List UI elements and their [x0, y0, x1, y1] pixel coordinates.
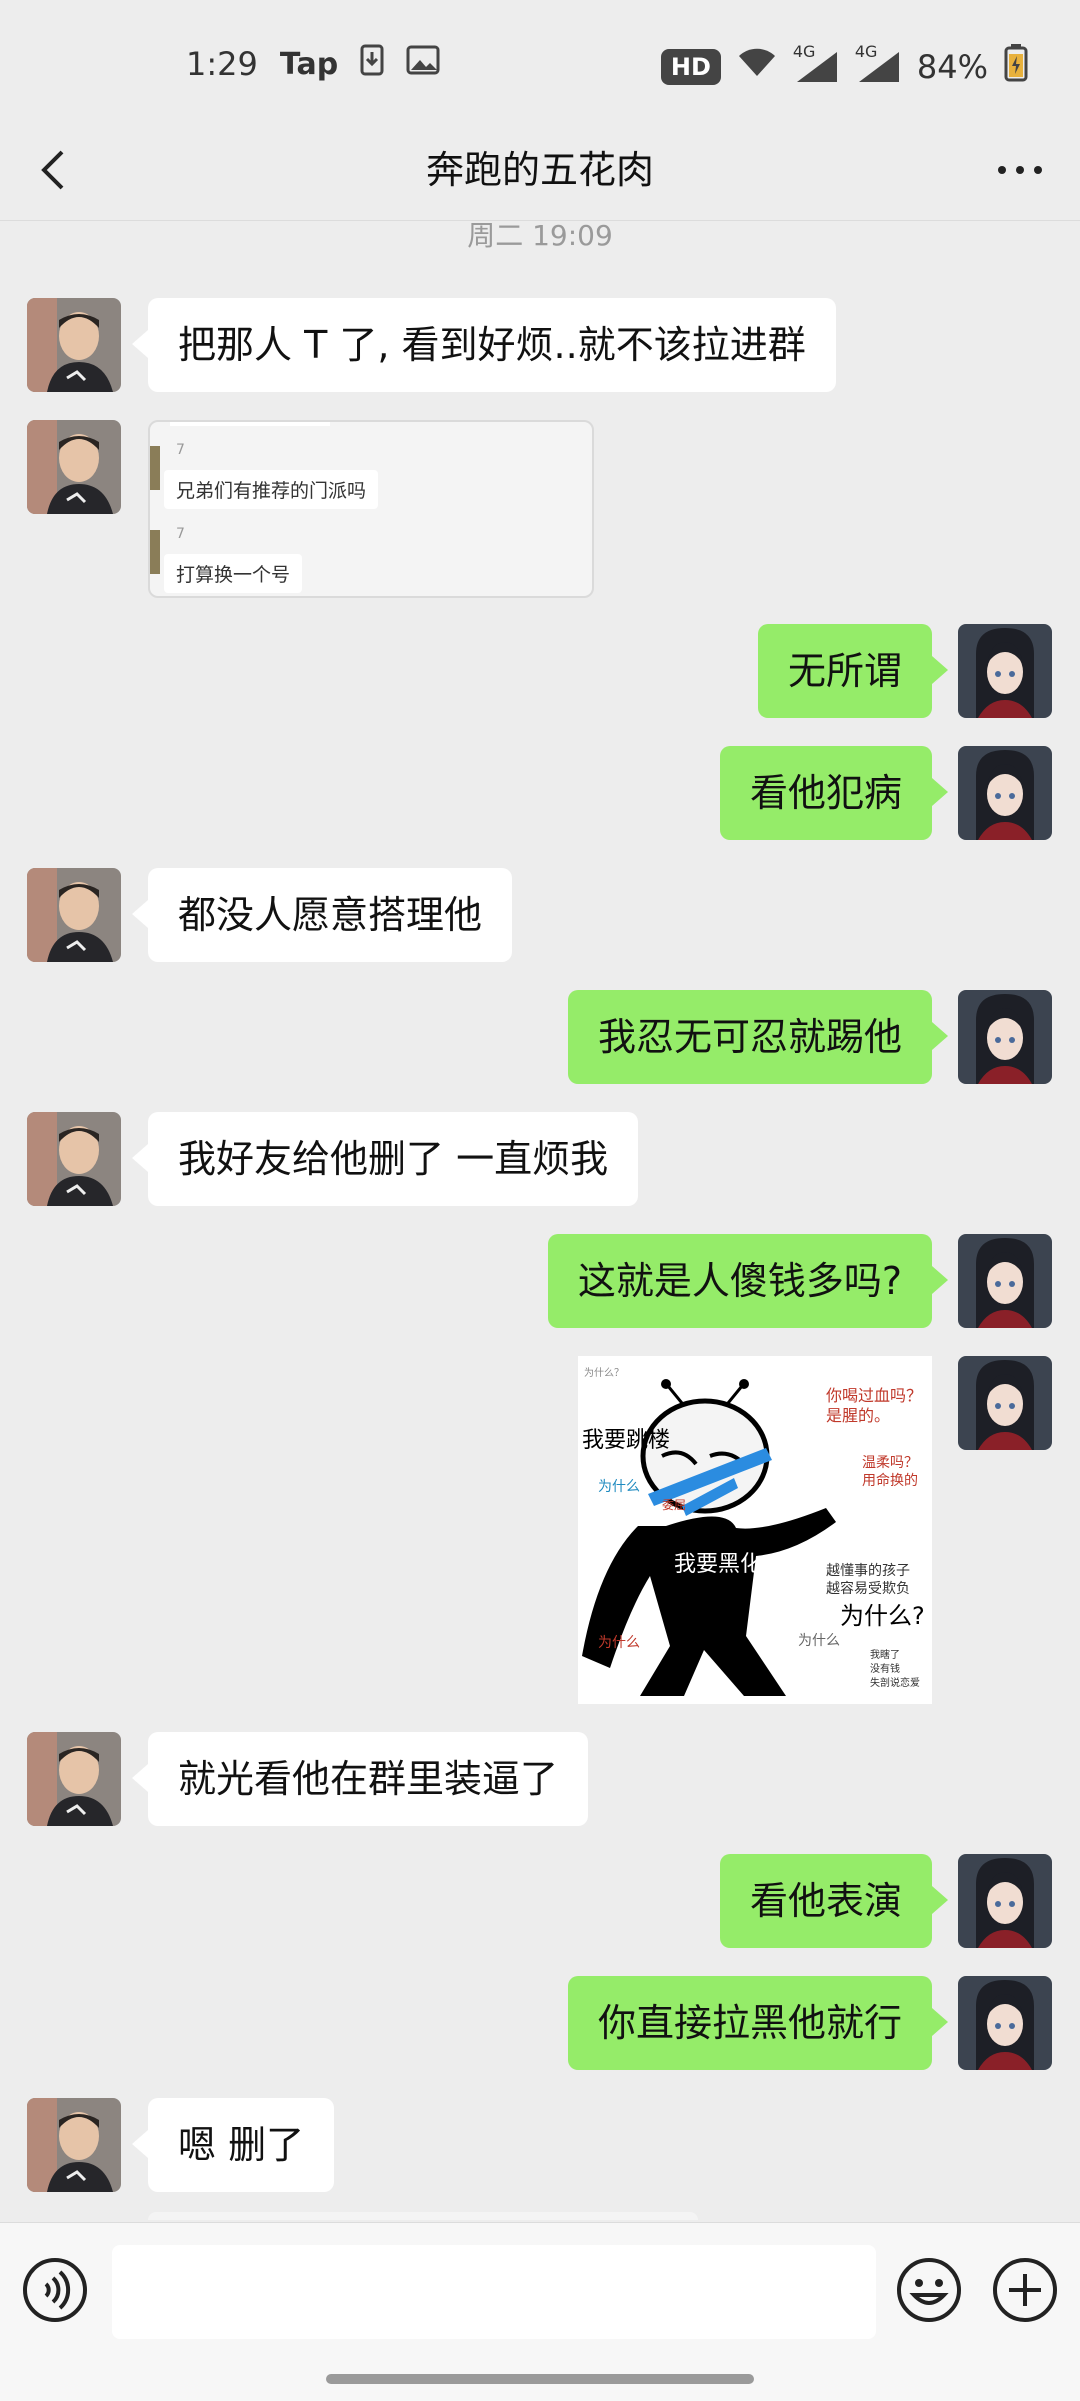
- screenshot-row-text: 兄弟们有推荐的门派吗: [164, 470, 379, 509]
- wifi-icon: [737, 48, 777, 86]
- sticker-caption: 越容易受欺负: [826, 1581, 910, 1597]
- incoming-message-bubble[interactable]: 把那人 T 了, 看到好烦..就不该拉进群: [132, 298, 836, 392]
- sticker-caption: 我瞎了: [870, 1650, 900, 1661]
- shared-screenshot-image[interactable]: 7 兄弟们有推荐的门派吗 7 打算换一个号: [148, 420, 594, 598]
- contact-avatar[interactable]: [27, 420, 121, 514]
- voice-icon: [23, 2258, 87, 2322]
- sticker-caption: 没有钱: [870, 1664, 900, 1675]
- sticker-caption: 我要黑化: [674, 1552, 763, 1577]
- voice-input-button[interactable]: [22, 2257, 88, 2323]
- screenshot-avatar-strip: [150, 530, 160, 574]
- my-avatar[interactable]: [958, 1976, 1052, 2070]
- emoji-button[interactable]: [896, 2257, 962, 2323]
- contact-avatar[interactable]: [27, 868, 121, 962]
- chevron-left-icon: [41, 150, 64, 190]
- sticker-caption: 失剖说恋爱: [870, 1678, 920, 1689]
- contact-avatar[interactable]: [27, 298, 121, 392]
- incoming-message-bubble[interactable]: 就光看他在群里装逼了: [131, 1732, 589, 1826]
- battery-charging-icon: [1004, 44, 1028, 90]
- outgoing-message-bubble[interactable]: 你直接拉黑他就行: [567, 1976, 949, 2070]
- sticker-caption: 为什么: [598, 1635, 640, 1651]
- home-indicator[interactable]: [326, 2374, 754, 2384]
- gallery-icon: [406, 45, 440, 83]
- plus-icon: [993, 2258, 1057, 2322]
- sticker-caption: 用命换的: [862, 1473, 918, 1489]
- screenshot-row-text: 打算换一个号: [164, 554, 303, 593]
- back-button[interactable]: [20, 138, 84, 202]
- my-avatar[interactable]: [958, 746, 1052, 840]
- more-actions-button[interactable]: [992, 2257, 1058, 2323]
- status-bar-left: 1:29 Tap: [186, 44, 440, 84]
- my-avatar[interactable]: [958, 990, 1052, 1084]
- sticker-caption: 我要跳楼: [582, 1428, 671, 1453]
- outgoing-message-bubble[interactable]: 看他表演: [719, 1854, 949, 1948]
- more-options-button[interactable]: [980, 138, 1060, 202]
- download-icon: [360, 44, 384, 84]
- network-type-label-2: 4G: [854, 42, 878, 61]
- signal-icon-1: 4G: [793, 42, 839, 84]
- battery-percent: 84%: [916, 48, 988, 86]
- sticker-caption: 委屈: [662, 1498, 687, 1512]
- sticker-caption: 为什么？: [584, 1368, 624, 1379]
- incoming-message-bubble[interactable]: 嗯 删了: [131, 2098, 335, 2192]
- incoming-message-bubble[interactable]: 都没人愿意搭理他: [131, 868, 513, 962]
- contact-avatar[interactable]: [27, 1732, 121, 1826]
- status-bar-right: HD 4G 4G 84%: [660, 42, 1028, 90]
- outgoing-message-bubble[interactable]: 我忍无可忍就踢他: [567, 990, 949, 1084]
- outgoing-message-bubble[interactable]: 这就是人傻钱多吗?: [547, 1234, 949, 1328]
- sticker-caption: 是腥的。: [826, 1406, 891, 1425]
- sticker-caption: 为什么?: [840, 1602, 925, 1630]
- next-message-peek: [148, 2212, 698, 2220]
- screenshot-row-number: 7: [176, 526, 185, 542]
- contact-avatar[interactable]: [27, 2098, 121, 2192]
- incoming-message-bubble[interactable]: 我好友给他删了 一直烦我: [131, 1112, 639, 1206]
- hd-badge: HD: [660, 49, 721, 85]
- chat-title: 奔跑的五花肉: [425, 148, 654, 192]
- status-time: 1:29: [186, 45, 258, 83]
- contact-avatar[interactable]: [27, 1112, 121, 1206]
- signal-icon-2: 4G: [855, 42, 901, 84]
- my-avatar[interactable]: [958, 624, 1052, 718]
- outgoing-message-bubble[interactable]: 无所谓: [757, 624, 949, 718]
- sticker-caption: 越懂事的孩子: [826, 1563, 910, 1579]
- screenshot-avatar-strip: [150, 446, 160, 490]
- my-avatar[interactable]: [958, 1356, 1052, 1450]
- network-type-label-1: 4G: [792, 42, 816, 61]
- chat-header: 奔跑的五花肉: [0, 120, 1080, 221]
- message-input[interactable]: [112, 2245, 876, 2339]
- more-dots-icon: [998, 166, 1042, 174]
- emoji-icon: [897, 2258, 961, 2322]
- outgoing-message-bubble[interactable]: 看他犯病: [719, 746, 949, 840]
- my-avatar[interactable]: [958, 1234, 1052, 1328]
- meme-sticker[interactable]: 为什么？ 我要跳楼 你喝过血吗？ 是腥的。 为什么 委屈 温柔吗？ 用命换的 我…: [578, 1356, 932, 1704]
- status-bar: 1:29 Tap HD 4G 4G 84%: [0, 0, 1080, 120]
- message-timestamp: 周二 19:09: [467, 219, 613, 252]
- screenshot-row-number: 7: [176, 442, 185, 458]
- tap-app-label: Tap: [279, 46, 339, 82]
- sticker-caption: 温柔吗？: [862, 1455, 918, 1471]
- sticker-caption: 为什么: [598, 1479, 640, 1495]
- my-avatar[interactable]: [958, 1854, 1052, 1948]
- sticker-caption: 为什么: [798, 1633, 840, 1649]
